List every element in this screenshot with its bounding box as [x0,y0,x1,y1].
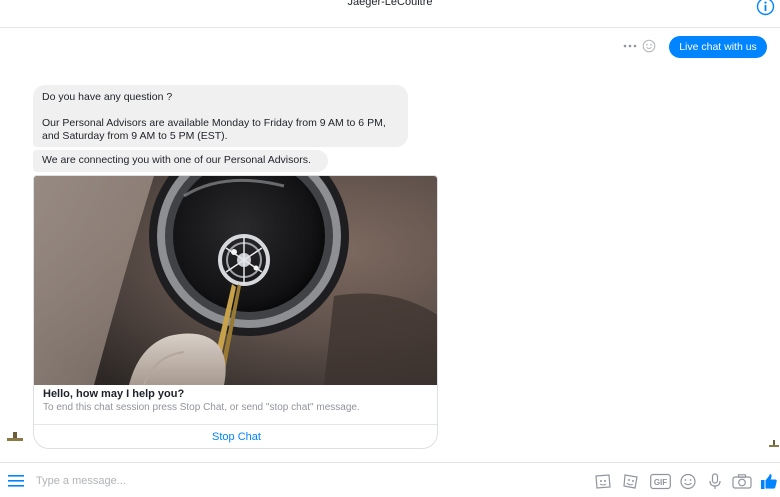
gif-label: GIF [654,478,667,487]
message-card: Hello, how may I help you? To end this c… [33,175,438,449]
reaction-smiley-icon[interactable] [642,39,656,53]
conversation-header: Jaeger-LeCoultre [0,0,780,28]
gif-icon[interactable]: GIF [650,473,671,490]
conversation-title: Jaeger-LeCoultre [347,0,433,8]
message-line: Do you have any question ? [42,91,173,103]
seen-avatar-icon [769,440,779,447]
message-composer: GIF [0,462,780,497]
info-icon[interactable] [756,0,775,16]
menu-icon[interactable] [8,474,24,488]
card-subtitle: To end this chat session press Stop Chat… [43,402,360,413]
message-spacer [42,104,399,117]
emoji-icon[interactable] [679,473,697,490]
message-line: Our Personal Advisors are available Mond… [42,117,386,129]
card-title: Hello, how may I help you? [43,388,185,400]
camera-icon[interactable] [732,473,752,490]
sender-avatar-icon [7,432,23,441]
message-input[interactable] [36,472,576,490]
stop-chat-button[interactable]: Stop Chat [34,425,437,448]
stickers-icon[interactable] [594,473,612,490]
message-bubble-availability: Do you have any question ? Our Personal … [33,85,408,147]
card-image [34,176,437,385]
more-options-icon[interactable] [623,42,637,50]
photo-sticker-icon[interactable] [622,473,640,490]
microphone-icon[interactable] [706,473,724,490]
live-chat-button[interactable]: Live chat with us [669,36,767,58]
thumbs-up-icon[interactable] [760,473,778,490]
message-bubble-connecting: We are connecting you with one of our Pe… [33,150,328,172]
message-line: and Saturday from 9 AM to 5 PM (EST). [42,130,228,142]
